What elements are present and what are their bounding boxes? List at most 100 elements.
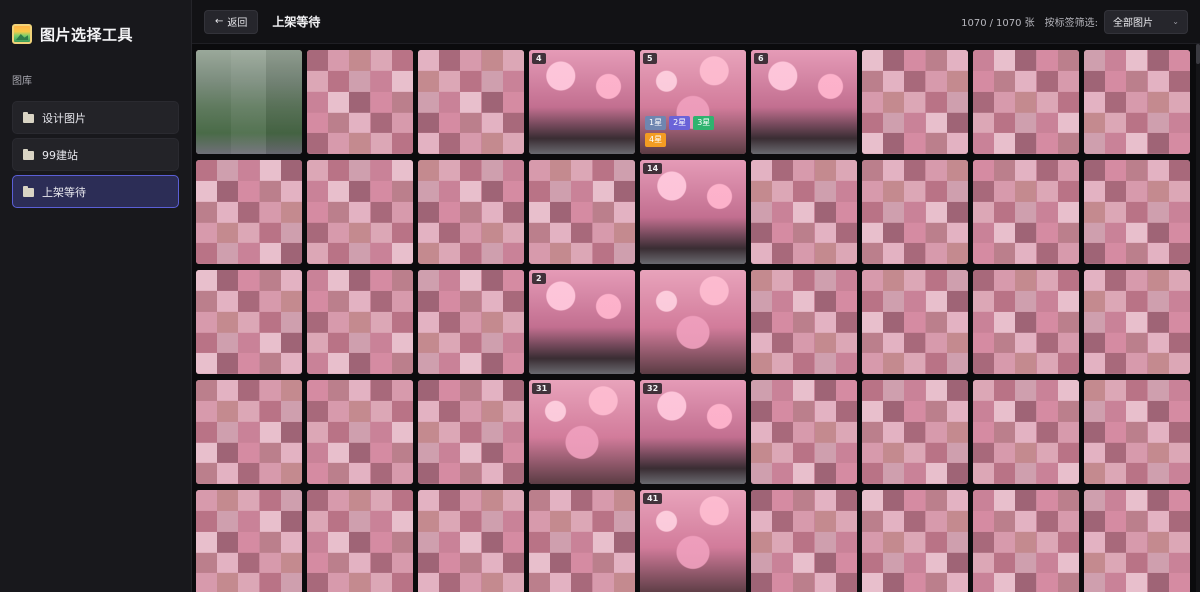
- image-tile[interactable]: [973, 50, 1079, 154]
- image-thumbnail: [1084, 160, 1190, 264]
- image-thumbnail: [973, 380, 1079, 484]
- image-thumbnail: [196, 160, 302, 264]
- image-tile[interactable]: [1084, 270, 1190, 374]
- image-thumbnail: [307, 50, 413, 154]
- image-tile[interactable]: [307, 50, 413, 154]
- image-tile[interactable]: [862, 490, 968, 592]
- library-section-label: 图库: [12, 76, 32, 87]
- image-tile[interactable]: [529, 490, 635, 592]
- image-tile[interactable]: 41: [640, 490, 746, 592]
- tag-filter-label: 按标签筛选:: [1044, 18, 1098, 29]
- image-number-badge: 6: [754, 53, 768, 64]
- image-thumbnail: [973, 160, 1079, 264]
- image-thumbnail: [529, 490, 635, 592]
- sidebar-item-label: 99建站: [42, 148, 78, 162]
- image-thumbnail: [418, 160, 524, 264]
- image-thumbnail: [529, 270, 635, 374]
- image-tile[interactable]: [973, 380, 1079, 484]
- rating-tag[interactable]: 1星: [645, 116, 667, 130]
- image-tile[interactable]: 5 1星 2星 3星 4星: [640, 50, 746, 154]
- image-thumbnail: [418, 270, 524, 374]
- image-tile[interactable]: [196, 270, 302, 374]
- image-tile[interactable]: [307, 380, 413, 484]
- image-tile[interactable]: [751, 160, 857, 264]
- image-tile[interactable]: [862, 270, 968, 374]
- image-tile[interactable]: [862, 160, 968, 264]
- image-tile[interactable]: 6: [751, 50, 857, 154]
- image-tile[interactable]: [751, 270, 857, 374]
- folder-icon: [23, 185, 34, 197]
- tag-filter-select[interactable]: 全部图片 ⌄: [1104, 9, 1188, 34]
- image-thumbnail: [196, 270, 302, 374]
- image-tile[interactable]: [973, 270, 1079, 374]
- app-window: 图片选择工具 图库 设计图片 99建站 上架等待 ← 返回 上架等待 1070/…: [0, 0, 1200, 592]
- image-thumbnail: [973, 270, 1079, 374]
- image-thumbnail: [196, 380, 302, 484]
- image-tile[interactable]: [196, 50, 302, 154]
- image-thumbnail: [751, 490, 857, 592]
- image-thumbnail: [529, 380, 635, 484]
- picture-icon: [12, 24, 32, 44]
- back-button-label: 返回: [227, 18, 248, 29]
- image-tile[interactable]: [307, 490, 413, 592]
- image-tile[interactable]: [307, 160, 413, 264]
- image-tile[interactable]: [973, 160, 1079, 264]
- chevron-down-icon: ⌄: [1172, 17, 1179, 26]
- image-tile[interactable]: [862, 380, 968, 484]
- sidebar-item-label: 设计图片: [42, 111, 86, 125]
- sidebar-item-99-site[interactable]: 99建站: [12, 138, 179, 171]
- image-thumbnail: [751, 50, 857, 154]
- image-thumbnail: [307, 160, 413, 264]
- image-tile[interactable]: 31: [529, 380, 635, 484]
- folder-icon: [23, 148, 34, 160]
- image-tile[interactable]: [1084, 380, 1190, 484]
- image-thumbnail: [862, 490, 968, 592]
- image-tile[interactable]: [196, 490, 302, 592]
- image-tile[interactable]: 4: [529, 50, 635, 154]
- tag-filter-value: 全部图片: [1113, 18, 1153, 29]
- image-tile[interactable]: [973, 490, 1079, 592]
- rating-tag[interactable]: 3星: [693, 116, 715, 130]
- image-tile[interactable]: [196, 160, 302, 264]
- image-grid: 4 5 1星 2星 3星 4星 6 14 2 31 32 41: [196, 50, 1190, 592]
- image-thumbnail: [418, 380, 524, 484]
- scrollbar-thumb[interactable]: [1196, 44, 1200, 64]
- image-thumbnail: [862, 160, 968, 264]
- image-thumbnail: [529, 50, 635, 154]
- image-thumbnail: [751, 380, 857, 484]
- page-title: 上架等待: [272, 15, 321, 29]
- sidebar: 图片选择工具 图库 设计图片 99建站 上架等待: [0, 0, 192, 592]
- image-thumbnail: [307, 270, 413, 374]
- scrollbar[interactable]: [1196, 44, 1200, 592]
- image-tile[interactable]: [196, 380, 302, 484]
- image-tile[interactable]: [418, 380, 524, 484]
- sidebar-item-pending-listing[interactable]: 上架等待: [12, 175, 179, 208]
- image-tile[interactable]: [751, 380, 857, 484]
- rating-tag[interactable]: 2星: [669, 116, 691, 130]
- image-tile[interactable]: [418, 270, 524, 374]
- image-tile[interactable]: [1084, 490, 1190, 592]
- image-tile[interactable]: [418, 160, 524, 264]
- image-tile[interactable]: [1084, 50, 1190, 154]
- image-tile[interactable]: [1084, 160, 1190, 264]
- sidebar-item-design-images[interactable]: 设计图片: [12, 101, 179, 134]
- back-button[interactable]: ← 返回: [204, 9, 259, 34]
- image-tile[interactable]: [640, 270, 746, 374]
- image-number-badge: 2: [532, 273, 546, 284]
- image-tile[interactable]: [751, 490, 857, 592]
- image-tile[interactable]: [418, 490, 524, 592]
- image-number-badge: 5: [643, 53, 657, 64]
- image-tile[interactable]: 32: [640, 380, 746, 484]
- count-unit: 张: [1024, 18, 1035, 29]
- image-tile[interactable]: 2: [529, 270, 635, 374]
- image-thumbnail: [862, 50, 968, 154]
- image-tile[interactable]: [418, 50, 524, 154]
- image-tile[interactable]: [529, 160, 635, 264]
- image-thumbnail: [196, 490, 302, 592]
- rating-tag[interactable]: 4星: [645, 133, 667, 147]
- image-tile[interactable]: [307, 270, 413, 374]
- image-tile[interactable]: [862, 50, 968, 154]
- image-thumbnail: [418, 490, 524, 592]
- image-tile[interactable]: 14: [640, 160, 746, 264]
- brand: 图片选择工具: [12, 0, 179, 68]
